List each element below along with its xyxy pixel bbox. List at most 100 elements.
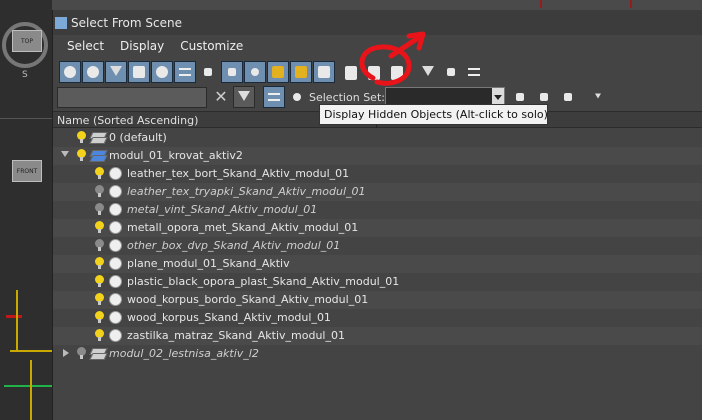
dialog-title: Select From Scene	[71, 15, 182, 30]
menu-bar: Select Display Customize	[53, 35, 702, 57]
display-helpers-button[interactable]	[151, 61, 173, 83]
object-icon	[109, 221, 122, 234]
display-none-button[interactable]	[363, 61, 385, 83]
dialog-titlebar[interactable]: Select From Scene	[53, 10, 702, 35]
lightbulb-off-icon[interactable]	[95, 185, 104, 198]
display-xrefs-icon	[228, 68, 236, 76]
object-icon	[109, 185, 122, 198]
lightbulb-icon[interactable]	[95, 311, 104, 324]
viewport-geometry-line	[10, 350, 52, 352]
layers-view-button[interactable]	[263, 86, 285, 108]
lightbulb-icon[interactable]	[95, 293, 104, 306]
display-hidden-button[interactable]	[313, 61, 335, 83]
layer-icon	[91, 347, 104, 360]
display-shapes-icon	[87, 66, 99, 78]
display-groups-button[interactable]	[197, 61, 219, 83]
menu-select[interactable]: Select	[67, 39, 104, 53]
tree-row[interactable]: wood_korpus_bordo_Skand_Aktiv_modul_01	[53, 291, 702, 309]
display-cameras-icon	[133, 66, 145, 78]
viewport-line	[540, 0, 542, 8]
viewcube-top[interactable]: TOP	[12, 30, 42, 52]
chevron-down-icon	[595, 93, 601, 99]
display-containers-button[interactable]	[267, 61, 289, 83]
invert-display-button[interactable]	[386, 61, 408, 83]
tooltip: Display Hidden Objects (Alt-click to sol…	[319, 104, 548, 125]
viewcube-front[interactable]: FRONT	[12, 160, 42, 182]
display-frozen-icon	[295, 66, 307, 78]
viewport-geometry-line	[6, 315, 22, 318]
object-icon	[109, 293, 122, 306]
display-bones-icon	[251, 68, 259, 76]
display-all-button[interactable]	[340, 61, 362, 83]
column-options-button[interactable]	[463, 61, 485, 83]
viewport-divider	[0, 118, 52, 119]
layers-icon	[268, 93, 280, 101]
lightbulb-off-icon[interactable]	[95, 203, 104, 216]
sync-selection-button[interactable]	[440, 61, 462, 83]
lightbulb-icon[interactable]	[95, 275, 104, 288]
lightbulb-icon[interactable]	[95, 221, 104, 234]
display-bones-button[interactable]	[244, 61, 266, 83]
object-icon	[109, 257, 122, 270]
tree-row[interactable]: modul_02_lestnisa_aktiv_l2	[53, 345, 702, 363]
filter-button[interactable]	[417, 61, 439, 83]
toolbar-overflow-button[interactable]	[587, 86, 609, 108]
tree-row[interactable]: modul_01_krovat_aktiv2	[53, 147, 702, 165]
viewport-top-strip	[0, 0, 702, 10]
tree-row-label: metall_opora_met_Skand_Aktiv_modul_01	[127, 221, 359, 234]
lightbulb-icon[interactable]	[77, 149, 86, 162]
viewport-line	[630, 0, 632, 8]
tree-row[interactable]: wood_korpus_Skand_Aktiv_modul_01	[53, 309, 702, 327]
create-set-icon	[516, 93, 524, 101]
lightbulb-icon[interactable]	[95, 329, 104, 342]
menu-customize[interactable]: Customize	[180, 39, 243, 53]
tree-row-label: modul_02_lestnisa_aktiv_l2	[109, 347, 259, 360]
expand-arrow-icon[interactable]	[61, 151, 69, 157]
tree-row-label: other_box_dvp_Skand_Aktiv_modul_01	[127, 239, 341, 252]
tree-row-label: zastilka_matraz_Skand_Aktiv_modul_01	[127, 329, 345, 342]
expand-arrow-icon[interactable]	[63, 349, 69, 357]
tree-row[interactable]: plane_modul_01_Skand_Aktiv	[53, 255, 702, 273]
tree-row[interactable]: leather_tex_bort_Skand_Aktiv_modul_01	[53, 165, 702, 183]
tree-row[interactable]: plastic_black_opora_plast_Skand_Aktiv_mo…	[53, 273, 702, 291]
display-containers-icon	[272, 66, 284, 78]
compass-south-label: S	[22, 70, 28, 80]
object-icon	[109, 167, 122, 180]
display-xrefs-button[interactable]	[221, 61, 243, 83]
lightbulb-off-icon[interactable]	[77, 347, 86, 360]
tree-row-label: plane_modul_01_Skand_Aktiv	[127, 257, 290, 270]
lightbulb-icon[interactable]	[95, 167, 104, 180]
tree-row[interactable]: metall_opora_met_Skand_Aktiv_modul_01	[53, 219, 702, 237]
display-spacewarps-button[interactable]	[174, 61, 196, 83]
app-icon	[55, 16, 67, 29]
tree-row[interactable]: zastilka_matraz_Skand_Aktiv_modul_01	[53, 327, 702, 345]
tree-row[interactable]: leather_tex_tryapki_Skand_Aktiv_modul_01	[53, 183, 702, 201]
viewport-panel[interactable]: TOP S FRONT	[0, 0, 52, 420]
column-options-icon	[468, 68, 480, 76]
tree-row[interactable]: other_box_dvp_Skand_Aktiv_modul_01	[53, 237, 702, 255]
display-geometry-button[interactable]	[59, 61, 81, 83]
display-none-icon	[368, 66, 380, 80]
find-input[interactable]	[57, 87, 207, 108]
display-spacewarps-icon	[179, 68, 191, 76]
display-frozen-button[interactable]	[290, 61, 312, 83]
viewport-geometry-line	[30, 360, 32, 420]
active-layer-icon	[91, 149, 104, 162]
name-column-header[interactable]: Name (Sorted Ascending)	[57, 114, 198, 127]
tree-row[interactable]: 0 (default)	[53, 129, 702, 147]
object-icon	[109, 239, 122, 252]
lightbulb-icon[interactable]	[95, 257, 104, 270]
menu-display[interactable]: Display	[120, 39, 164, 53]
display-cameras-button[interactable]	[128, 61, 150, 83]
add-set-icon	[564, 93, 572, 101]
clear-find-icon[interactable]: ✕	[211, 86, 231, 108]
tree-row[interactable]: metal_vint_Skand_Aktiv_modul_01	[53, 201, 702, 219]
display-lights-button[interactable]	[105, 61, 127, 83]
lightbulb-off-icon[interactable]	[95, 239, 104, 252]
lightbulb-icon[interactable]	[77, 131, 86, 144]
filter-toggle-button[interactable]	[233, 86, 255, 108]
display-shapes-button[interactable]	[82, 61, 104, 83]
hierarchy-view-button[interactable]	[286, 86, 308, 108]
add-to-selection-set-button[interactable]	[557, 86, 579, 108]
display-lights-icon	[110, 66, 122, 76]
